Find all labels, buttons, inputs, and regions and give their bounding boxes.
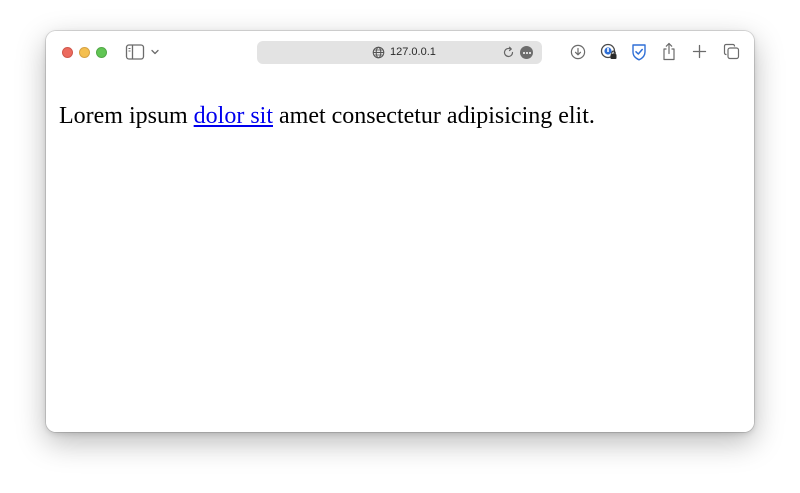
tabs-overview-icon[interactable]: [723, 43, 740, 60]
bitwarden-icon[interactable]: [631, 43, 647, 61]
page-content: Lorem ipsum dolor sit amet consectetur a…: [46, 73, 754, 432]
chevron-down-icon[interactable]: [150, 47, 160, 57]
address-bar[interactable]: 127.0.0.1: [257, 41, 542, 64]
url-text[interactable]: 127.0.0.1: [390, 41, 436, 64]
more-icon[interactable]: [520, 46, 533, 59]
paragraph-text-after: amet consectetur adipisicing elit.: [273, 103, 595, 129]
minimize-window-button[interactable]: [79, 47, 90, 58]
paragraph-text-before: Lorem ipsum: [59, 103, 194, 129]
password-icon[interactable]: [600, 43, 618, 61]
browser-window: 127.0.0.1 Lorem ipsum dolor sit amet con…: [46, 31, 754, 432]
download-icon[interactable]: [570, 44, 586, 60]
maximize-window-button[interactable]: [96, 47, 107, 58]
share-icon[interactable]: [662, 42, 676, 61]
close-window-button[interactable]: [62, 47, 73, 58]
browser-toolbar: 127.0.0.1: [46, 31, 754, 73]
lorem-paragraph: Lorem ipsum dolor sit amet consectetur a…: [59, 102, 595, 130]
globe-icon: [372, 46, 385, 59]
new-tab-icon[interactable]: [692, 44, 707, 59]
sidebar-icon[interactable]: [125, 43, 145, 61]
dolor-sit-link[interactable]: dolor sit: [194, 103, 273, 129]
reload-icon[interactable]: [502, 46, 515, 59]
